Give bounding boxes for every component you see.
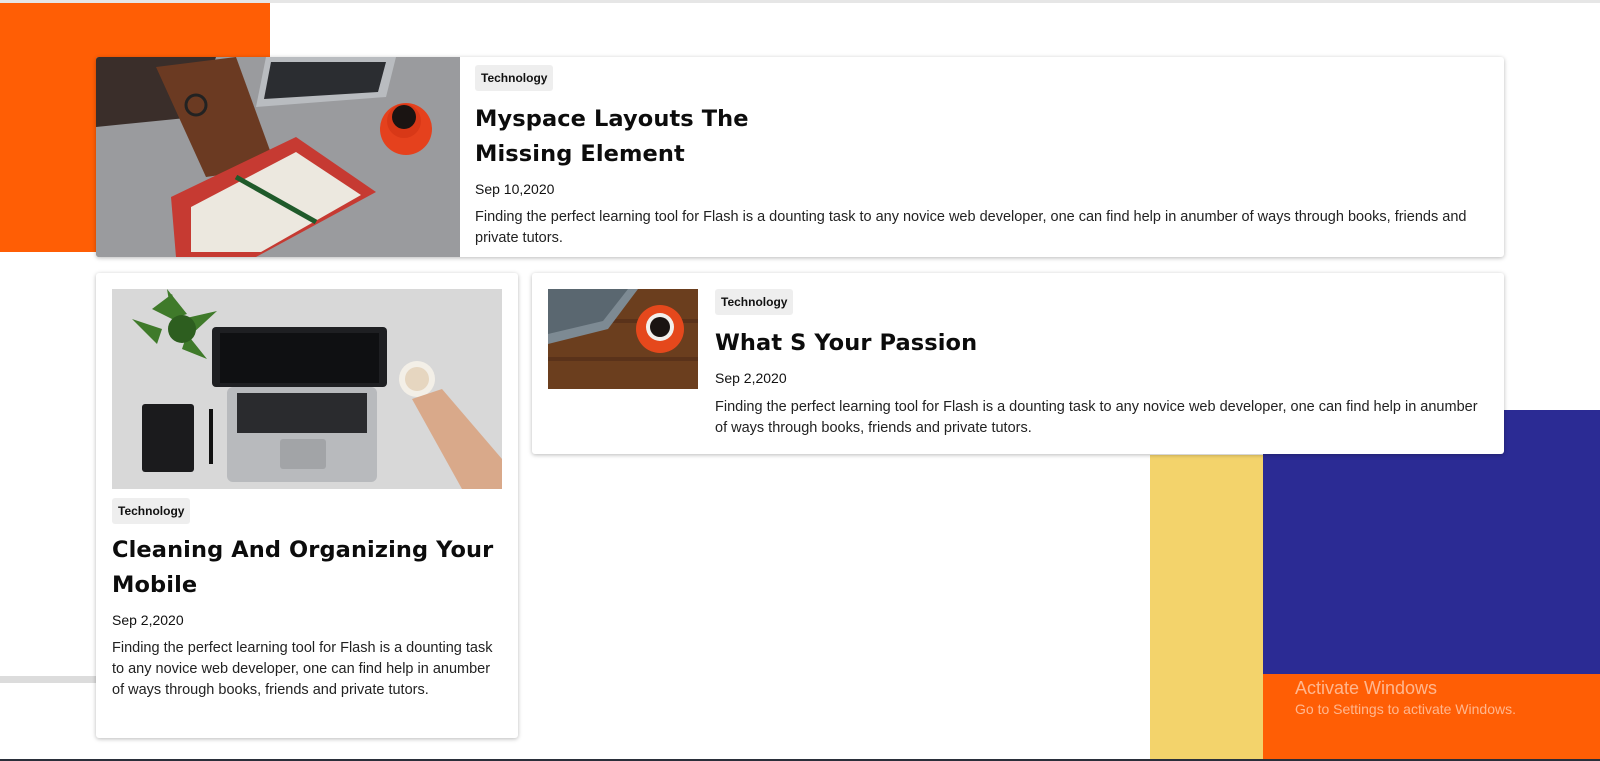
post-title[interactable]: What S Your Passion [715, 326, 1475, 361]
post-excerpt: Finding the perfect learning tool for Fl… [112, 640, 493, 698]
post-thumbnail[interactable] [548, 289, 698, 389]
post-excerpt: Finding the perfect learning tool for Fl… [715, 399, 1478, 436]
post-card-featured[interactable]: Technology Myspace Layouts The Missing E… [96, 57, 1504, 257]
post-card[interactable]: Technology Cleaning And Organizing Your … [96, 273, 518, 738]
watermark-subtitle: Go to Settings to activate Windows. [1295, 701, 1516, 717]
post-excerpt: Finding the perfect learning tool for Fl… [475, 209, 1467, 246]
category-tag[interactable]: Technology [112, 498, 191, 524]
post-card[interactable]: Technology What S Your Passion Sep 2,202… [532, 273, 1504, 454]
category-tag[interactable]: Technology [475, 65, 554, 91]
windows-activation-watermark: Activate Windows Go to Settings to activ… [1295, 677, 1516, 719]
laptop-coffee-wood-image [548, 289, 698, 389]
laptop-plant-coffee-image [112, 289, 502, 489]
category-tag[interactable]: Technology [715, 289, 794, 315]
desk-notebook-coffee-image [96, 57, 460, 257]
post-date: Sep 2,2020 [715, 370, 787, 386]
post-thumbnail[interactable] [96, 57, 460, 257]
post-title[interactable]: Myspace Layouts The Missing Element [475, 102, 795, 172]
post-date: Sep 10,2020 [475, 181, 555, 197]
post-date: Sep 2,2020 [112, 612, 184, 628]
post-thumbnail[interactable] [112, 289, 502, 489]
yellow-decor-block [1150, 455, 1264, 761]
gray-divider [0, 676, 96, 683]
watermark-title: Activate Windows [1295, 678, 1438, 698]
post-title[interactable]: Cleaning And Organizing Your Mobile [112, 533, 507, 603]
